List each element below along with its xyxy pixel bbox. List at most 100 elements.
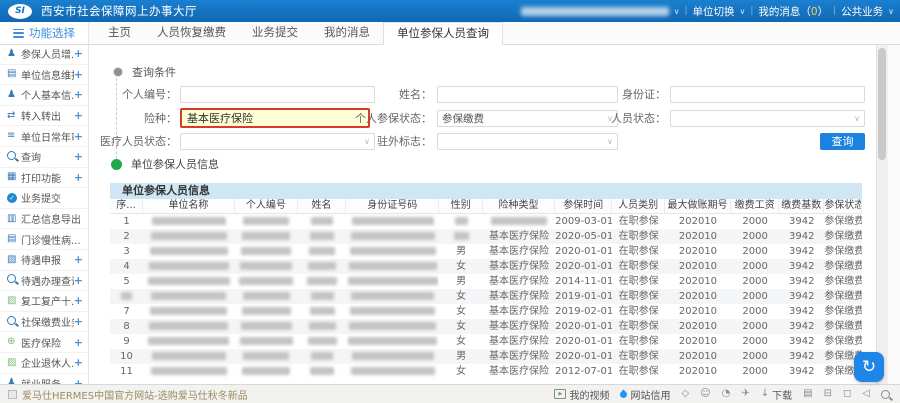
cell-join-date: 2020-01-01 <box>555 259 612 274</box>
id-card-input[interactable] <box>670 86 865 103</box>
sidebar-item-待遇办理查询[interactable]: 待遇办理查询+ <box>0 271 88 292</box>
speaker-icon[interactable]: ◁ <box>862 389 870 399</box>
cell-seq: 10 <box>110 349 143 364</box>
table-row[interactable]: 7女基本医疗保险2019-02-01在职参保20201020003942参保缴费 <box>110 304 862 319</box>
refresh-button[interactable]: ↻ <box>854 352 884 382</box>
sidebar-item-个人基本信[interactable]: ♟个人基本信...+ <box>0 85 88 106</box>
expand-plus-icon[interactable]: + <box>74 274 83 287</box>
my-video-button[interactable]: ▶ 我的视频 <box>554 387 609 402</box>
person-state-select[interactable]: ∨ <box>670 110 865 127</box>
col-status: 参保状态 <box>824 199 862 213</box>
expand-plus-icon[interactable]: + <box>74 150 83 163</box>
download-arrow-icon: ↓ <box>761 389 769 399</box>
sidebar-item-label: 医疗保险 <box>21 335 74 350</box>
person-info-icon: ♟ <box>7 90 21 100</box>
download-button[interactable]: ↓ 下载 <box>761 387 792 402</box>
function-select-toggle[interactable]: 功能选择 <box>0 22 89 44</box>
site-credit-button[interactable]: 网站信用 <box>620 387 670 402</box>
tab-主页[interactable]: 主页 <box>95 22 144 44</box>
sidebar-item-待遇申报[interactable]: ▧待遇申报+ <box>0 250 88 271</box>
video-icon: ▶ <box>554 389 566 399</box>
table-row[interactable]: 10男基本医疗保险2020-01-01在职参保20201020003942参保缴… <box>110 349 862 364</box>
table-row[interactable]: 2基本医疗保险2020-05-01在职参保20201020003942参保缴费 <box>110 229 862 244</box>
cell-id-no <box>346 259 439 274</box>
expand-plus-icon[interactable]: + <box>74 68 83 81</box>
search-icon[interactable] <box>881 390 890 399</box>
expand-plus-icon[interactable]: + <box>74 253 83 266</box>
cell-insurance-type <box>483 214 555 229</box>
table-row[interactable]: 3男基本医疗保险2020-01-01在职参保20201020003942参保缴费 <box>110 244 862 259</box>
tab-我的消息[interactable]: 我的消息 <box>311 22 383 44</box>
tab-人员恢复缴费[interactable]: 人员恢复缴费 <box>144 22 239 44</box>
expand-plus-icon[interactable]: + <box>74 88 83 101</box>
copy-icon[interactable]: ⊟ <box>824 389 832 399</box>
rocket-icon[interactable]: ✈ <box>741 389 749 399</box>
sidebar-item-单位信息维护[interactable]: ▤单位信息维护+ <box>0 65 88 86</box>
sidebar-item-label: 汇总信息导出 <box>21 211 83 226</box>
redacted-value <box>352 352 434 360</box>
scrollbar-thumb[interactable] <box>878 48 886 160</box>
public-business-menu[interactable]: 公共业务 <box>841 4 883 19</box>
cell-join-date: 2020-01-01 <box>555 334 612 349</box>
expand-plus-icon[interactable]: + <box>74 315 83 328</box>
cell-name <box>298 214 346 229</box>
sidebar-item-门诊慢性病[interactable]: ▤门诊慢性病... <box>0 229 88 250</box>
tab-单位参保人员查询[interactable]: 单位参保人员查询 <box>383 22 503 45</box>
chevron-down-icon[interactable]: ∨ <box>740 7 746 16</box>
redacted-value <box>149 262 229 270</box>
sidebar-item-转入转出[interactable]: ⇄转入转出+ <box>0 106 88 127</box>
abroad-flag-select[interactable]: ∨ <box>437 133 618 150</box>
expand-plus-icon[interactable]: + <box>74 109 83 122</box>
expand-plus-icon[interactable]: + <box>74 356 83 369</box>
expand-plus-icon[interactable]: + <box>74 294 83 307</box>
expand-plus-icon[interactable]: + <box>74 47 83 60</box>
shield-icon[interactable]: ◇ <box>681 389 689 399</box>
chevron-down-icon[interactable]: ∨ <box>674 7 680 16</box>
payment-business-icon <box>7 316 21 328</box>
sidebar-item-打印功能[interactable]: ▦打印功能+ <box>0 168 88 189</box>
sidebar-item-参保人员增[interactable]: ♟参保人员增...+ <box>0 44 88 65</box>
status-link[interactable]: 爱马仕HERMES中国官方网站-选购爱马仕秋冬新品 <box>8 387 248 402</box>
cell-personal-no <box>235 349 298 364</box>
table-row[interactable]: 5男基本医疗保险2014-11-01在职参保20201020003942参保缴费 <box>110 274 862 289</box>
sidebar-item-查询[interactable]: 查询+ <box>0 147 88 168</box>
table-row[interactable]: 12009-03-01在职参保20201020003942参保缴费 <box>110 214 862 229</box>
smiley-icon[interactable]: ☺ <box>700 389 710 399</box>
cell-id-no <box>346 304 439 319</box>
tab-业务提交[interactable]: 业务提交 <box>239 22 311 44</box>
clock-icon[interactable]: ◔ <box>722 389 731 399</box>
sidebar-item-企业退休人[interactable]: ▨企业退休人...+ <box>0 353 88 374</box>
sidebar-item-医疗保险[interactable]: ⊕医疗保险+ <box>0 332 88 353</box>
sidebar-item-社保缴费业务[interactable]: 社保缴费业务+ <box>0 312 88 333</box>
window-icon[interactable]: ◻ <box>843 389 851 399</box>
table-row[interactable]: 4女基本医疗保险2020-01-01在职参保20201020003942参保缴费 <box>110 259 862 274</box>
expand-plus-icon[interactable]: + <box>74 171 83 184</box>
expand-plus-icon[interactable]: + <box>74 130 83 143</box>
sidebar-item-label: 待遇办理查询 <box>21 273 74 288</box>
chevron-down-icon[interactable]: ∨ <box>888 7 894 16</box>
sidebar-item-复工复产十[interactable]: ▨复工复产十...+ <box>0 291 88 312</box>
sidebar-item-单位日常年审[interactable]: ≡单位日常年审+ <box>0 126 88 147</box>
redacted-value <box>310 307 335 315</box>
table-row[interactable]: 11女基本医疗保险2012-07-01在职参保20201020003942参保缴… <box>110 364 862 379</box>
printer-icon[interactable]: ▤ <box>803 389 812 399</box>
cell-wage: 2000 <box>731 349 779 364</box>
cell-name <box>298 274 346 289</box>
cell-category: 在职参保 <box>612 304 665 319</box>
vertical-scrollbar[interactable] <box>876 44 888 385</box>
redacted-value <box>150 307 227 315</box>
cell-insurance-type: 基本医疗保险 <box>483 364 555 379</box>
sidebar-item-汇总信息导出[interactable]: ▥汇总信息导出 <box>0 209 88 230</box>
redacted-value <box>242 367 290 375</box>
app-title: 西安市社会保障网上办事大厅 <box>41 3 197 19</box>
my-messages-menu[interactable]: 我的消息（0） <box>758 4 828 19</box>
table-row[interactable]: 8女基本医疗保险2020-01-01在职参保20201020003942参保缴费 <box>110 319 862 334</box>
table-row[interactable]: 女基本医疗保险2019-01-01在职参保20201020003942参保缴费 <box>110 289 862 304</box>
query-button[interactable]: 查询 <box>820 133 865 150</box>
sidebar-item-业务提交[interactable]: ✓业务提交 <box>0 188 88 209</box>
unit-switch-menu[interactable]: 单位切换 <box>693 4 735 19</box>
cell-wage: 2000 <box>731 214 779 229</box>
table-row[interactable]: 9女基本医疗保险2020-01-01在职参保20201020003942参保缴费 <box>110 334 862 349</box>
expand-plus-icon[interactable]: + <box>74 336 83 349</box>
divider: | <box>684 6 687 16</box>
